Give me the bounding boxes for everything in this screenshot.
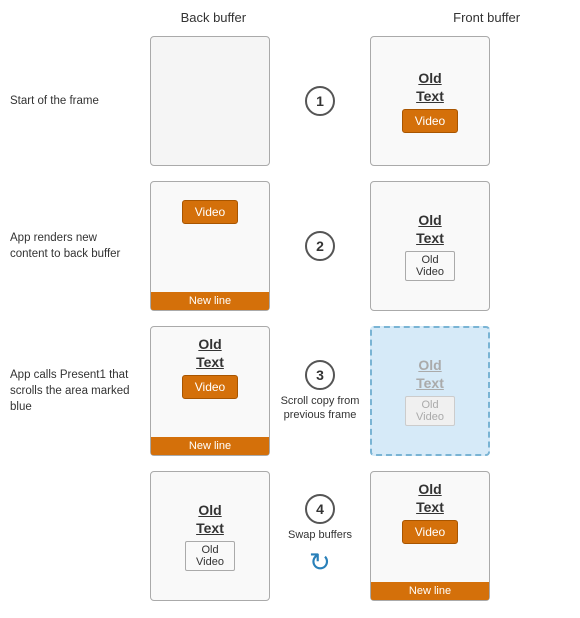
- step1-circle: 1: [305, 86, 335, 116]
- back-buffer-label: Back buffer: [143, 10, 283, 25]
- back-row4-text: OldText: [196, 501, 224, 537]
- front-row2-text: OldText: [416, 211, 444, 247]
- front-row2-oldvideo: OldVideo: [405, 251, 455, 281]
- step4-cell: 4 Swap buffers ↺️: [280, 494, 360, 577]
- back-buffer-row1: [150, 36, 270, 166]
- step3-circle: 3: [305, 360, 335, 390]
- back-row4-oldvideo: OldVideo: [185, 541, 235, 571]
- front-row3-text: OldText: [416, 356, 444, 392]
- row3-label: App calls Present1 that scrolls the area…: [10, 367, 140, 415]
- front-row3-oldvideo: OldVideo: [405, 396, 455, 426]
- content-grid: Start of the frame 1 OldText Video App r…: [10, 31, 570, 606]
- back-row2-newline: New line: [151, 292, 269, 310]
- front-buffer-row2: OldText OldVideo: [370, 181, 490, 311]
- step4-circle: 4: [305, 494, 335, 524]
- front-row4-text: OldText: [416, 480, 444, 516]
- front-row1-text: OldText: [416, 69, 444, 105]
- back-buffer-row2: Video New line: [150, 181, 270, 311]
- back-row3-text: OldText: [196, 335, 224, 371]
- front-row1-video: Video: [402, 109, 458, 133]
- step2-circle: 2: [305, 231, 335, 261]
- back-row3-newline: New line: [151, 437, 269, 455]
- front-row4-newline: New line: [371, 582, 489, 600]
- main-container: Back buffer Front buffer Start of the fr…: [0, 0, 580, 618]
- row2-label: App renders new content to back buffer: [10, 230, 140, 262]
- back-row2-video: Video: [182, 200, 238, 224]
- front-buffer-row1: OldText Video: [370, 36, 490, 166]
- header-row: Back buffer Front buffer: [10, 10, 570, 25]
- step3-label: Scroll copy from previous frame: [280, 394, 360, 423]
- front-row4-video: Video: [402, 520, 458, 544]
- step2-cell: 2: [280, 231, 360, 261]
- step3-cell: 3 Scroll copy from previous frame: [280, 360, 360, 423]
- front-buffer-row4: OldText Video New line: [370, 471, 490, 601]
- swap-icon: ↺️: [309, 547, 331, 578]
- back-buffer-row3: OldText Video New line: [150, 326, 270, 456]
- back-row3-video: Video: [182, 375, 238, 399]
- row1-label: Start of the frame: [10, 93, 140, 109]
- front-buffer-row3: OldText OldVideo: [370, 326, 490, 456]
- step4-label: Swap buffers: [288, 528, 352, 542]
- front-buffer-label: Front buffer: [417, 10, 557, 25]
- back-buffer-row4: OldText OldVideo: [150, 471, 270, 601]
- step1-cell: 1: [280, 86, 360, 116]
